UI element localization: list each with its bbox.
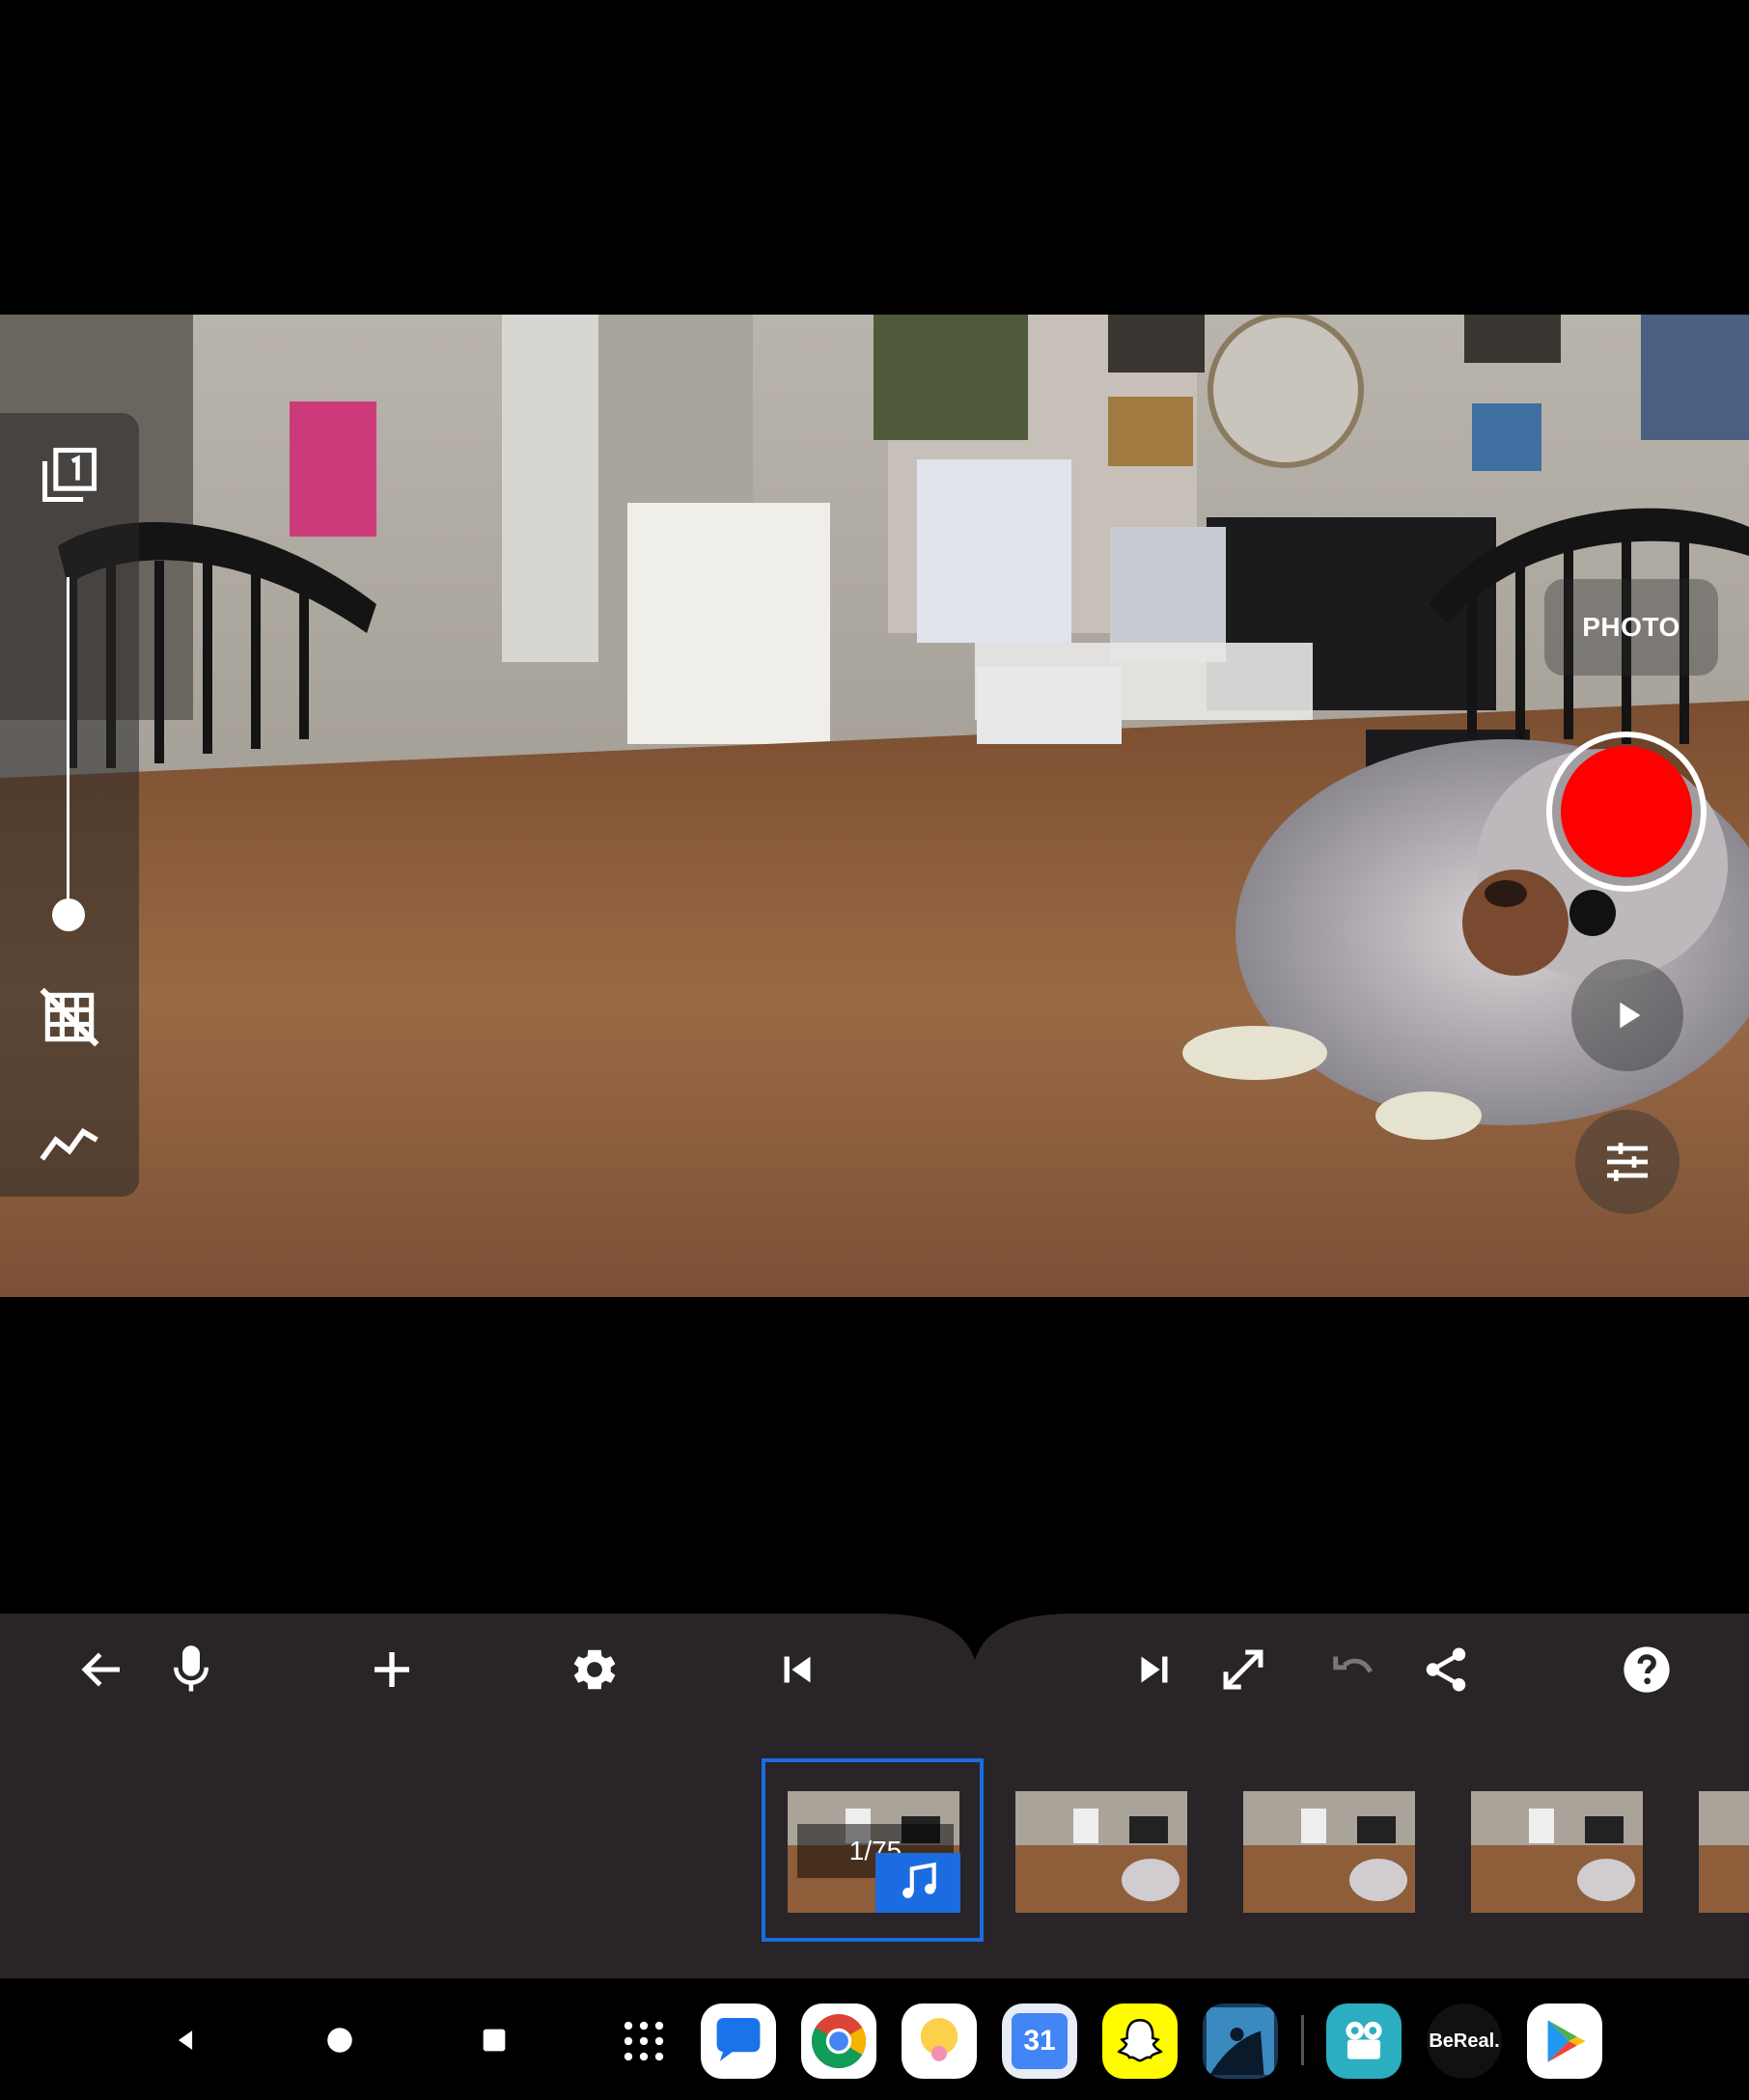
- kindle-icon: [1207, 2007, 1274, 2075]
- microphone-button[interactable]: [153, 1631, 230, 1708]
- expand-icon: [1223, 1649, 1263, 1690]
- back-button[interactable]: [64, 1631, 141, 1708]
- record-dot: [1561, 746, 1692, 877]
- tune-icon: [1607, 1143, 1648, 1181]
- back-icon: [178, 2031, 193, 2050]
- zoom-slider-knob[interactable]: [52, 898, 85, 931]
- app-play-store[interactable]: [1527, 2003, 1602, 2079]
- skip-previous-icon: [784, 1656, 811, 1683]
- calendar-icon: 31: [1012, 2013, 1068, 2069]
- movie-icon: [1346, 2021, 1382, 2059]
- play-icon: [1620, 1002, 1641, 1029]
- photo-mode-toggle[interactable]: PHOTO: [1544, 579, 1718, 676]
- share-icon: [1426, 1647, 1466, 1692]
- app-stop-motion[interactable]: [1326, 2003, 1402, 2079]
- capture-button[interactable]: [1546, 732, 1707, 892]
- app-messages[interactable]: [701, 2003, 776, 2079]
- filmstrip-frame[interactable]: [1243, 1791, 1415, 1913]
- home-icon: [327, 2028, 352, 2053]
- frame-count-icon[interactable]: [37, 442, 102, 508]
- grid-off-icon[interactable]: [37, 984, 102, 1050]
- back-arrow-icon: [81, 1652, 120, 1687]
- music-note-icon: [902, 1862, 936, 1898]
- undo-icon: [1333, 1656, 1373, 1673]
- bulb-icon: [920, 2018, 958, 2061]
- app-kindle[interactable]: [1203, 2003, 1278, 2079]
- toolbar-notch: [878, 1592, 1071, 1660]
- nav-back-button[interactable]: [158, 2013, 212, 2067]
- undo-button[interactable]: [1317, 1631, 1394, 1708]
- microphone-icon: [174, 1645, 208, 1692]
- app-chrome[interactable]: [801, 2003, 876, 2079]
- filmstrip-frame[interactable]: [1015, 1791, 1187, 1913]
- app-calendar[interactable]: 31: [1002, 2003, 1077, 2079]
- app-drawer-button[interactable]: [606, 2003, 681, 2079]
- help-icon: [1624, 1646, 1670, 1693]
- dock-divider: [1301, 2015, 1304, 2065]
- skip-next-icon: [1141, 1656, 1168, 1683]
- app-bereal[interactable]: BeReal.: [1427, 2003, 1502, 2079]
- add-icon: [375, 1652, 409, 1687]
- zoom-slider-track[interactable]: [67, 577, 69, 915]
- ghost-icon: [1117, 2019, 1163, 2062]
- play-store-icon: [1547, 2020, 1586, 2062]
- app-snapchat[interactable]: [1102, 2003, 1178, 2079]
- graph-icon[interactable]: [37, 1110, 102, 1175]
- bereal-label: BeReal.: [1429, 2030, 1500, 2052]
- help-button[interactable]: [1608, 1631, 1685, 1708]
- nav-home-button[interactable]: [313, 2013, 367, 2067]
- adjustments-button[interactable]: [1575, 1110, 1680, 1214]
- settings-button[interactable]: [556, 1631, 633, 1708]
- fullscreen-button[interactable]: [1205, 1631, 1282, 1708]
- camera-tools-panel: [0, 413, 139, 1197]
- nav-recents-button[interactable]: [467, 2013, 521, 2067]
- audio-badge[interactable]: [875, 1853, 960, 1913]
- app-keep[interactable]: [902, 2003, 977, 2079]
- settings-icon: [573, 1649, 616, 1690]
- previous-frame-button[interactable]: [759, 1631, 836, 1708]
- chrome-icon: [811, 2013, 867, 2069]
- play-button[interactable]: [1571, 959, 1683, 1071]
- filmstrip-frame[interactable]: [1699, 1791, 1749, 1913]
- filmstrip-frame[interactable]: [1471, 1791, 1643, 1913]
- share-button[interactable]: [1407, 1631, 1485, 1708]
- camera-scene: [0, 315, 1749, 1297]
- recents-icon: [483, 2029, 506, 2052]
- grid-dots-icon: [624, 2021, 664, 2061]
- next-frame-button[interactable]: [1116, 1631, 1193, 1708]
- camera-viewfinder[interactable]: [0, 315, 1749, 1297]
- messages-icon: [716, 2018, 761, 2061]
- add-button[interactable]: [353, 1631, 430, 1708]
